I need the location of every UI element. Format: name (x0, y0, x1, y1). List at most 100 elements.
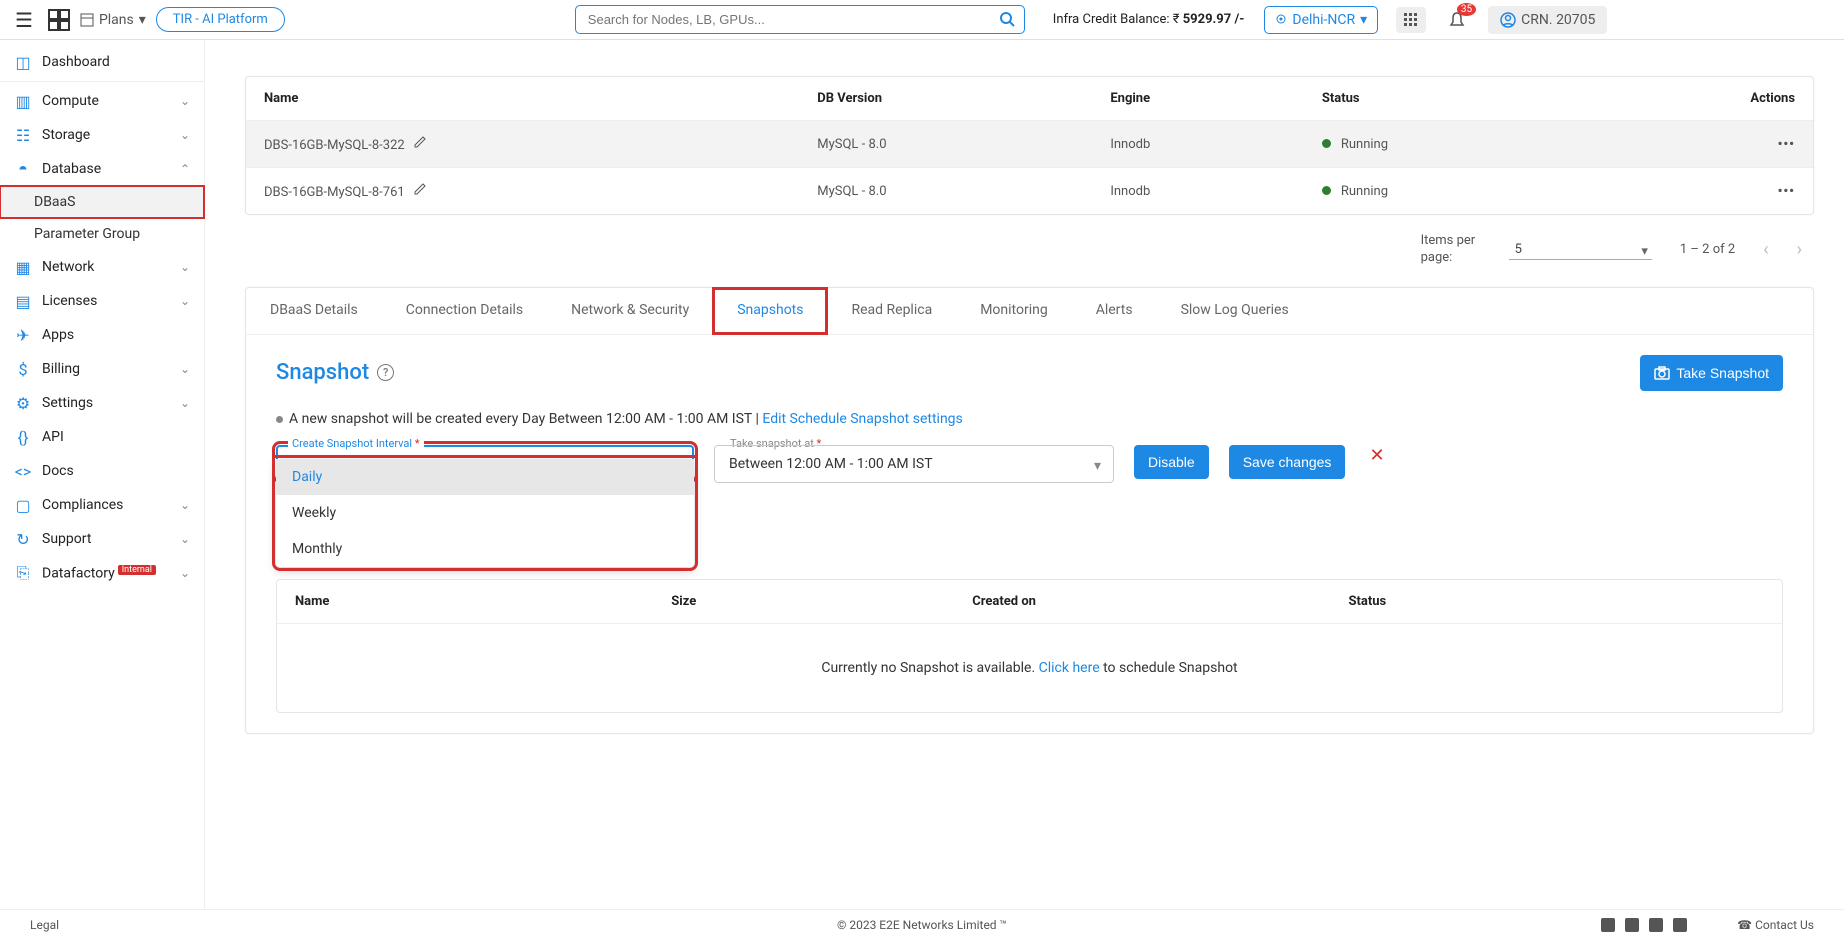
sidebar-network[interactable]: ▦Network⌄ (0, 250, 204, 284)
sidebar-api[interactable]: {}API (0, 420, 204, 454)
crn-button[interactable]: CRN. 20705 (1488, 6, 1607, 34)
apps-grid-button[interactable] (1396, 7, 1426, 33)
twitter-icon[interactable] (1649, 918, 1663, 932)
sidebar-compute[interactable]: ▥Compute⌄ (0, 84, 204, 118)
credit-balance: Infra Credit Balance: ₹ 5929.97 /- (1053, 12, 1245, 27)
chevron-up-icon: ⌃ (180, 162, 190, 176)
db-table: Name DB Version Engine Status Actions DB… (246, 77, 1813, 214)
sidebar-dashboard[interactable]: ◫Dashboard (0, 45, 204, 79)
chevron-down-icon: ▾ (139, 12, 146, 28)
pager-range: 1 – 2 of 2 (1680, 242, 1735, 257)
chevron-down-icon: ▾ (1360, 12, 1367, 28)
snapshot-panel: Snapshot ? Take Snapshot A new snapshot … (246, 335, 1813, 733)
interval-option-daily[interactable]: Daily (276, 459, 694, 495)
edit-icon[interactable] (413, 135, 427, 149)
facebook-icon[interactable] (1625, 918, 1639, 932)
footer-legal[interactable]: Legal (30, 918, 59, 932)
chevron-down-icon: ▾ (1094, 458, 1101, 474)
status-dot (1322, 139, 1331, 148)
pager-select-wrap[interactable]: 5 ▾ (1509, 242, 1652, 257)
sidebar-support[interactable]: ↻Support⌄ (0, 522, 204, 556)
tab-read-replica[interactable]: Read Replica (827, 288, 956, 334)
tab-dbaas-details[interactable]: DBaaS Details (246, 288, 382, 334)
close-icon[interactable]: ✕ (1369, 445, 1384, 466)
col-name: Name (246, 77, 799, 121)
snapshot-title: Snapshot ? (276, 360, 394, 385)
snap-col-name: Name (277, 580, 653, 624)
snap-col-created: Created on (954, 580, 1330, 624)
col-actions: Actions (1588, 77, 1813, 121)
hamburger-menu[interactable]: ☰ (10, 3, 38, 37)
search-icon[interactable] (999, 11, 1015, 27)
pager-label: Items per page: (1421, 233, 1481, 267)
save-changes-button[interactable]: Save changes (1229, 445, 1346, 479)
search-input[interactable] (575, 5, 1025, 34)
tab-network-security[interactable]: Network & Security (547, 288, 713, 334)
database-icon: ◓ (14, 160, 32, 178)
edit-schedule-link[interactable]: Edit Schedule Snapshot settings (762, 411, 962, 427)
support-icon: ↻ (14, 530, 32, 548)
more-actions[interactable]: ••• (1778, 137, 1795, 152)
empty-state: Currently no Snapshot is available. Clic… (277, 623, 1782, 712)
sidebar-billing[interactable]: $Billing⌄ (0, 352, 204, 386)
notifications-button[interactable]: 35 (1444, 7, 1470, 33)
take-snapshot-button[interactable]: Take Snapshot (1640, 355, 1783, 391)
chevron-down-icon: ⌄ (180, 362, 190, 376)
chevron-down-icon: ⌄ (180, 128, 190, 142)
tir-chip[interactable]: TIR - AI Platform (156, 7, 285, 32)
chevron-down-icon: ⌄ (180, 532, 190, 546)
sidebar-apps[interactable]: ✈Apps (0, 318, 204, 352)
sidebar-licenses[interactable]: ▤Licenses⌄ (0, 284, 204, 318)
tab-connection-details[interactable]: Connection Details (382, 288, 547, 334)
sidebar-dbaas[interactable]: DBaaS (0, 186, 204, 218)
pager-select[interactable]: 5 (1509, 240, 1652, 260)
docs-icon: <> (14, 462, 32, 480)
sidebar-docs[interactable]: <>Docs (0, 454, 204, 488)
billing-icon: $ (14, 360, 32, 378)
sidebar: ◫Dashboard ▥Compute⌄ ☷Storage⌄ ◓Database… (0, 40, 205, 909)
sidebar-storage[interactable]: ☷Storage⌄ (0, 118, 204, 152)
disable-button[interactable]: Disable (1134, 445, 1209, 479)
interval-option-weekly[interactable]: Weekly (276, 495, 694, 531)
schedule-form: Create Snapshot Interval * Daily Weekly … (276, 445, 1783, 483)
pagination: Items per page: 5 ▾ 1 – 2 of 2 ‹ › (245, 223, 1814, 267)
help-icon[interactable]: ? (377, 364, 394, 381)
table-row[interactable]: DBS-16GB-MySQL-8-322 MySQL - 8.0 Innodb … (246, 121, 1813, 168)
tab-slow-log-queries[interactable]: Slow Log Queries (1157, 288, 1313, 334)
chevron-down-icon: ⌄ (180, 260, 190, 274)
search-container (575, 5, 1025, 34)
click-here-link[interactable]: Click here (1039, 660, 1100, 676)
region-selector[interactable]: Delhi-NCR ▾ (1264, 6, 1378, 34)
plans-label: Plans (99, 12, 134, 28)
more-actions[interactable]: ••• (1778, 184, 1795, 199)
user-icon (1500, 12, 1516, 28)
edit-icon[interactable] (413, 182, 427, 196)
sidebar-parameter-group[interactable]: Parameter Group (0, 218, 204, 250)
db-list-card: Name DB Version Engine Status Actions DB… (245, 76, 1814, 215)
tab-snapshots[interactable]: Snapshots (713, 288, 827, 334)
tab-alerts[interactable]: Alerts (1072, 288, 1157, 334)
pager-next[interactable]: › (1797, 239, 1802, 260)
rss-icon[interactable] (1673, 918, 1687, 932)
network-icon: ▦ (14, 258, 32, 276)
plans-dropdown[interactable]: Plans ▾ (80, 12, 146, 28)
interval-option-monthly[interactable]: Monthly (276, 531, 694, 567)
camera-icon (1654, 366, 1670, 380)
contact-us-link[interactable]: ☎ Contact Us (1737, 918, 1814, 932)
tab-monitoring[interactable]: Monitoring (956, 288, 1072, 334)
sidebar-database[interactable]: ◓Database⌃ (0, 152, 204, 186)
sidebar-compliances[interactable]: ▢Compliances⌄ (0, 488, 204, 522)
snapshot-at-field[interactable]: Take snapshot at * Between 12:00 AM - 1:… (714, 445, 1114, 483)
top-bar: ☰ Plans ▾ TIR - AI Platform Infra Credit… (0, 0, 1844, 40)
table-row[interactable]: DBS-16GB-MySQL-8-761 MySQL - 8.0 Innodb … (246, 168, 1813, 215)
status-dot (1322, 186, 1331, 195)
footer-copyright: © 2023 E2E Networks Limited ™ (837, 918, 1007, 932)
interval-field[interactable]: Create Snapshot Interval * Daily Weekly … (276, 445, 694, 479)
sidebar-settings[interactable]: ⚙Settings⌄ (0, 386, 204, 420)
snapshot-table: Name Size Created on Status Currently no… (276, 579, 1783, 713)
pager-prev[interactable]: ‹ (1763, 239, 1768, 260)
linkedin-icon[interactable] (1601, 918, 1615, 932)
snapshot-at-select[interactable]: Between 12:00 AM - 1:00 AM IST ▾ (714, 445, 1114, 483)
chevron-down-icon: ▾ (1641, 244, 1648, 259)
sidebar-datafactory[interactable]: ⎘DatafactoryInternal⌄ (0, 556, 204, 590)
